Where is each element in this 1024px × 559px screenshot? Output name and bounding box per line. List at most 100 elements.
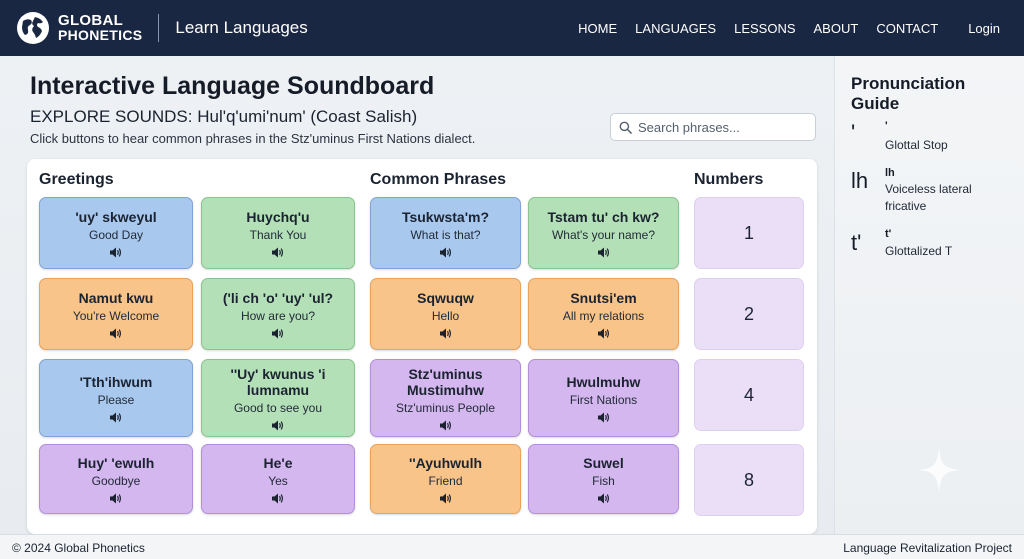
search-icon: [619, 121, 632, 134]
speaker-icon[interactable]: [272, 247, 284, 258]
speaker-icon[interactable]: [110, 412, 122, 423]
guide-name-glottal: ': [885, 120, 888, 132]
phrase-card[interactable]: He'e Yes: [201, 444, 355, 514]
phrase-translation: What is that?: [410, 227, 481, 242]
phrase-text: Namut kwu: [78, 289, 154, 306]
brand-line1: GLOBAL: [58, 12, 124, 29]
login-link[interactable]: Login: [968, 21, 1000, 36]
guide-name-t: t': [885, 228, 892, 240]
phrase-translation: What's your name?: [551, 227, 655, 242]
phrase-text: Huychq'u: [246, 208, 310, 225]
main-nav: HOME LANGUAGES LESSONS ABOUT CONTACT Log…: [560, 0, 1000, 56]
phrase-text: Tsukwsta'm?: [401, 208, 490, 225]
nav-home[interactable]: HOME: [578, 21, 617, 36]
phrase-text: Snutsi'em: [570, 289, 637, 306]
footer-copyright: © 2024 Global Phonetics: [12, 541, 145, 555]
speaker-icon[interactable]: [439, 420, 452, 431]
phrase-text: Suwel: [583, 454, 624, 471]
brand-logo[interactable]: GLOBAL PHONETICS: [16, 11, 142, 45]
globe-icon: [17, 12, 49, 44]
sparkle-icon: [919, 448, 959, 492]
page-subtitle: EXPLORE SOUNDS: Hul'q'umi'num' (Coast Sa…: [30, 107, 418, 126]
search-box[interactable]: [610, 113, 816, 141]
phrase-card[interactable]: Stz'uminus Mustimuhw Stz'uminus People: [370, 359, 521, 437]
speaker-icon[interactable]: [110, 247, 122, 258]
speaker-icon[interactable]: [110, 328, 122, 339]
nav-languages[interactable]: LANGUAGES: [635, 21, 716, 36]
phrase-card[interactable]: 'uy' skweyul Good Day: [39, 197, 193, 269]
nav-about[interactable]: ABOUT: [814, 21, 859, 36]
phrase-card[interactable]: Huychq'u Thank You: [201, 197, 355, 269]
page-footer: © 2024 Global Phonetics Language Revital…: [0, 534, 1024, 559]
phrase-card[interactable]: Snutsi'em All my relations: [528, 278, 679, 350]
number-card-4[interactable]: 4: [694, 359, 804, 431]
phrase-card[interactable]: ''Ayuhwulh Friend: [370, 444, 521, 514]
number-card-8[interactable]: 8: [694, 444, 804, 516]
phrase-card[interactable]: Namut kwu You're Welcome: [39, 278, 193, 350]
nav-contact[interactable]: CONTACT: [876, 21, 938, 36]
phrase-translation: Please: [97, 392, 135, 407]
speaker-icon[interactable]: [272, 328, 284, 339]
phrase-text: Sqwuqw: [417, 289, 474, 306]
guide-desc-lh: Voiceless lateral fricative: [885, 182, 972, 213]
phrase-text: ('li ch 'o' 'uy' 'ul?: [222, 289, 334, 306]
guide-name-lh: lh: [885, 167, 895, 179]
top-navbar: GLOBAL PHONETICS Learn Languages HOME LA…: [0, 0, 1024, 56]
speaker-icon[interactable]: [272, 493, 284, 504]
pronunciation-guide: Pronunciation Guide ' ' Glottal Stop lh …: [834, 56, 1024, 534]
phrase-card[interactable]: Hwulmuhw First Nations: [528, 359, 679, 437]
phrase-card[interactable]: Tsukwsta'm? What is that?: [370, 197, 521, 269]
nav-lessons[interactable]: LESSONS: [734, 21, 795, 36]
section-numbers: Numbers: [694, 171, 764, 188]
guide-title: Pronunciation Guide: [851, 74, 965, 114]
number-card-1[interactable]: 1: [694, 197, 804, 269]
phrase-card[interactable]: Sqwuqw Hello: [370, 278, 521, 350]
phrase-translation: Goodbye: [91, 473, 141, 488]
phrase-card[interactable]: ('li ch 'o' 'uy' 'ul? How are you?: [201, 278, 355, 350]
speaker-icon[interactable]: [110, 493, 122, 504]
speaker-icon[interactable]: [597, 328, 610, 339]
guide-desc-t: Glottalized T: [885, 244, 953, 258]
speaker-icon[interactable]: [439, 493, 452, 504]
page-title: Interactive Language Soundboard: [30, 72, 435, 100]
phrase-card[interactable]: 'Tth'ihwum Please: [39, 359, 193, 437]
speaker-icon[interactable]: [597, 247, 610, 258]
brand-divider: [158, 14, 160, 42]
phrase-translation: All my relations: [562, 308, 645, 323]
site-title: Learn Languages: [175, 18, 308, 37]
speaker-icon[interactable]: [272, 420, 284, 431]
phrase-translation: First Nations: [569, 392, 638, 407]
page-description: Click buttons to hear common phrases in …: [30, 131, 476, 146]
phrase-translation: Friend: [428, 473, 463, 488]
phrase-card[interactable]: Suwel Fish: [528, 444, 679, 514]
phrase-text: ''Uy' kwunus 'i lumnamu: [230, 365, 326, 398]
phrase-translation: Hello: [431, 308, 460, 323]
phrase-text: ''Ayuhwulh: [408, 454, 483, 471]
phrase-translation: Thank You: [249, 227, 307, 242]
phrase-text: 'uy' skweyul: [75, 208, 157, 225]
phrase-translation: Good to see you: [233, 400, 323, 415]
soundboard-panel: Greetings Common Phrases Numbers 'uy' sk…: [27, 159, 817, 534]
phrase-translation: How are you?: [240, 308, 316, 323]
speaker-icon[interactable]: [439, 328, 452, 339]
guide-symbol-glottal: ': [851, 120, 856, 145]
guide-title-line2: Guide: [851, 94, 900, 113]
phrase-translation: Fish: [592, 473, 615, 488]
section-greetings: Greetings: [39, 171, 114, 188]
phrase-text: Hwulmuhw: [566, 373, 641, 390]
search-input[interactable]: [638, 119, 808, 135]
brand-name: GLOBAL PHONETICS: [58, 13, 142, 43]
guide-title-line1: Pronunciation: [851, 74, 966, 93]
phrase-card[interactable]: ''Uy' kwunus 'i lumnamu Good to see you: [201, 359, 355, 437]
phrase-text: Tstam tu' ch kw?: [547, 208, 660, 225]
phrase-card[interactable]: Huy' 'ewulh Goodbye: [39, 444, 193, 514]
phrase-translation: You're Welcome: [72, 308, 160, 323]
speaker-icon[interactable]: [597, 412, 610, 423]
number-card-2[interactable]: 2: [694, 278, 804, 350]
guide-symbol-t: t': [851, 230, 862, 255]
phrase-translation: Stz'uminus People: [395, 400, 495, 415]
phrase-card[interactable]: Tstam tu' ch kw? What's your name?: [528, 197, 679, 269]
speaker-icon[interactable]: [439, 247, 452, 258]
speaker-icon[interactable]: [597, 493, 610, 504]
phrase-translation: Yes: [268, 473, 288, 488]
